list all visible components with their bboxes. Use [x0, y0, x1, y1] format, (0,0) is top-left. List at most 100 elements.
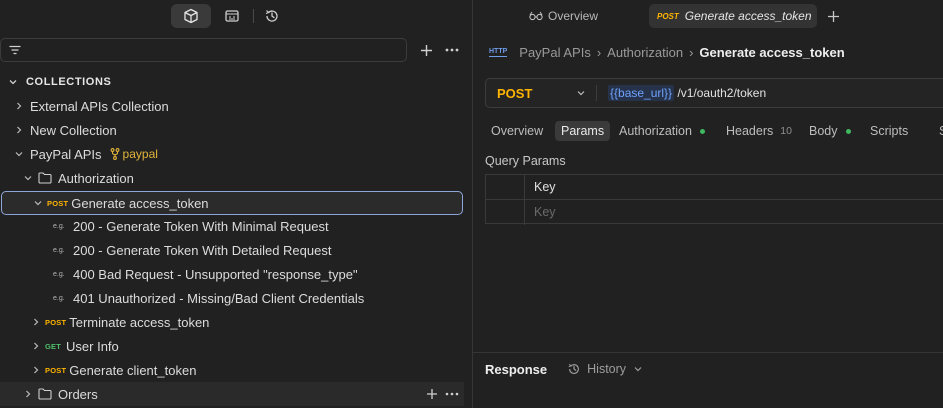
- breadcrumb-collection[interactable]: PayPal APIs: [519, 45, 591, 60]
- filter-input[interactable]: [0, 38, 407, 62]
- req-tab-label: Scripts: [870, 124, 909, 138]
- new-tab-button[interactable]: [823, 6, 843, 26]
- req-tab-label: Headers: [726, 124, 774, 138]
- tree-item-label: 400 Bad Request - Unsupported "response_…: [73, 266, 358, 282]
- url-input[interactable]: {{base_url}} /v1/oauth2/token: [608, 79, 766, 107]
- tab-generate-access-token[interactable]: POST Generate access_token: [649, 4, 817, 28]
- history-view-button[interactable]: [252, 4, 292, 28]
- key-input[interactable]: Key: [534, 205, 556, 219]
- query-params-label: Query Params: [485, 154, 566, 168]
- req-tab-overview[interactable]: Overview: [485, 121, 549, 141]
- method-badge: POST: [45, 365, 67, 375]
- req-tab-label: Params: [561, 124, 605, 138]
- url-variable[interactable]: {{base_url}}: [608, 85, 675, 101]
- folder-authorization[interactable]: Authorization: [0, 166, 464, 190]
- table-divider: [524, 175, 525, 225]
- response-divider[interactable]: [473, 352, 943, 353]
- request-terminate-access-token[interactable]: POST Terminate access_token: [0, 310, 464, 334]
- tree-item-label: 401 Unauthorized - Missing/Bad Client Cr…: [73, 290, 365, 306]
- request-generate-client-token[interactable]: POST Generate client_token: [0, 358, 464, 382]
- request-generate-access-token[interactable]: POST Generate access_token: [1, 191, 463, 215]
- req-tab-settings[interactable]: S: [933, 121, 943, 141]
- collection-new[interactable]: New Collection: [0, 118, 464, 142]
- example-icon: e.g.: [53, 222, 65, 230]
- tree-item-label: Generate client_token: [69, 362, 197, 378]
- environments-view-button[interactable]: [212, 4, 252, 28]
- collection-paypal-apis[interactable]: PayPal APIs paypal: [0, 142, 464, 166]
- response-bar: Response History: [485, 360, 643, 378]
- example-item[interactable]: e.g. 200 - Generate Token With Minimal R…: [0, 214, 464, 238]
- folder-orders[interactable]: Orders: [0, 382, 464, 406]
- url-path: /v1/oauth2/token: [674, 86, 767, 100]
- example-item[interactable]: e.g. 200 - Generate Token With Detailed …: [0, 238, 464, 262]
- tree-item-label: 200 - Generate Token With Detailed Reque…: [73, 242, 332, 258]
- plus-icon: [420, 44, 432, 56]
- collections-header[interactable]: COLLECTIONS: [8, 74, 111, 90]
- example-item[interactable]: e.g. 401 Unauthorized - Missing/Bad Clie…: [0, 286, 464, 310]
- chevron-right-icon: [23, 389, 33, 399]
- response-label: Response: [485, 361, 548, 377]
- breadcrumb: HTTP PayPal APIs › Authorization › Gener…: [489, 43, 845, 61]
- method-select[interactable]: POST: [486, 79, 591, 107]
- tab-method-badge: POST: [657, 11, 679, 21]
- chevron-down-icon: [577, 91, 585, 96]
- column-header-key: Key: [534, 180, 556, 194]
- method-badge: POST: [45, 317, 67, 327]
- history-label: History: [587, 362, 627, 376]
- url-bar-separator: [596, 85, 597, 101]
- tree-item-label: 200 - Generate Token With Minimal Reques…: [73, 218, 329, 234]
- request-user-info[interactable]: GET User Info: [0, 334, 464, 358]
- req-tab-label: Authorization: [619, 124, 692, 138]
- req-tab-label: S: [939, 124, 943, 138]
- chevron-down-icon: [9, 80, 17, 85]
- tab-label: Overview: [548, 9, 599, 23]
- tree-item-label: Terminate access_token: [69, 314, 210, 330]
- folder-icon: [38, 388, 52, 400]
- fork-badge[interactable]: paypal: [110, 147, 158, 161]
- tree-item-label: Authorization: [58, 170, 134, 186]
- status-dot: [845, 128, 851, 134]
- req-tab-params[interactable]: Params: [555, 121, 611, 141]
- table-divider: [486, 199, 943, 200]
- req-tab-headers[interactable]: Headers 10: [720, 121, 798, 141]
- tree-item-label: Generate access_token: [71, 195, 209, 211]
- collections-header-label: COLLECTIONS: [26, 76, 112, 88]
- chevron-down-icon: [23, 174, 33, 182]
- folder-more-button[interactable]: [442, 384, 462, 404]
- tab-label: Generate access_token: [684, 9, 812, 23]
- chevron-right-icon: [31, 317, 41, 327]
- chevron-down-icon: [634, 367, 642, 372]
- fork-icon: [110, 148, 119, 160]
- http-icon: HTTP: [489, 47, 508, 57]
- method-select-value: POST: [497, 85, 533, 101]
- status-dot: [699, 128, 705, 134]
- tree-item-label: New Collection: [30, 122, 117, 138]
- req-tab-scripts[interactable]: Scripts: [864, 121, 914, 141]
- example-icon: e.g.: [53, 246, 65, 254]
- tree-item-label: User Info: [66, 338, 119, 354]
- history-icon: [568, 363, 580, 374]
- cube-icon: [184, 8, 198, 24]
- chevron-right-icon: [31, 341, 41, 351]
- req-tab-authorization[interactable]: Authorization: [613, 121, 711, 141]
- tree-item-label: PayPal APIs: [30, 146, 102, 162]
- chevron-right-icon: [14, 125, 24, 135]
- tab-overview[interactable]: Overview: [525, 4, 602, 28]
- add-collection-button[interactable]: [416, 40, 436, 60]
- collections-view-button[interactable]: [171, 4, 211, 28]
- url-bar: POST {{base_url}} /v1/oauth2/token: [485, 78, 943, 108]
- history-icon: [265, 10, 278, 22]
- req-tab-label: Body: [809, 124, 838, 138]
- glasses-icon: [529, 11, 543, 21]
- add-request-button[interactable]: [422, 384, 442, 404]
- sidebar-more-button[interactable]: [442, 40, 462, 60]
- req-tab-body[interactable]: Body: [803, 121, 857, 141]
- filter-icon: [9, 45, 21, 55]
- plus-icon: [827, 10, 839, 22]
- breadcrumb-folder[interactable]: Authorization: [607, 45, 683, 60]
- example-item[interactable]: e.g. 400 Bad Request - Unsupported "resp…: [0, 262, 464, 286]
- history-button[interactable]: History: [567, 362, 643, 376]
- headers-count: 10: [780, 125, 792, 137]
- plus-icon: [427, 389, 437, 399]
- collection-external-apis[interactable]: External APIs Collection: [0, 94, 464, 118]
